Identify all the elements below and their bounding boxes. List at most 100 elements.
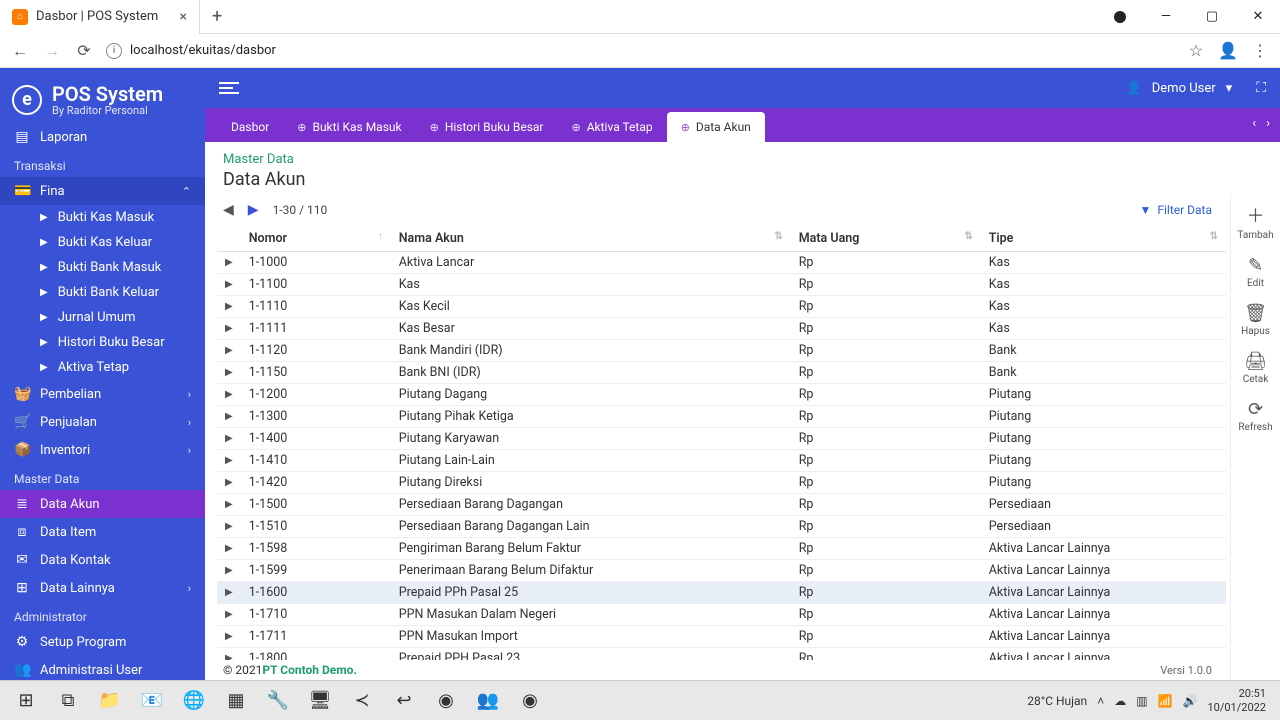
tray-chevron[interactable]: ˄	[1097, 694, 1104, 708]
expand-icon[interactable]: ▶	[217, 428, 241, 450]
expand-icon[interactable]: ▶	[217, 538, 241, 560]
expand-icon[interactable]: ▶	[217, 472, 241, 494]
sidebar-item-inventori[interactable]: 📦Inventori›	[0, 436, 205, 464]
expand-icon[interactable]: ▶	[217, 626, 241, 648]
sidebar-sub-item[interactable]: ▶Bukti Kas Keluar	[0, 230, 205, 255]
delete-button[interactable]: 🗑Hapus	[1241, 303, 1270, 337]
user-name[interactable]: Demo User	[1152, 81, 1216, 96]
menu-icon[interactable]: ⋮	[1250, 41, 1270, 60]
teams-icon[interactable]: 👥	[468, 681, 508, 721]
expand-icon[interactable]: ▶	[217, 296, 241, 318]
sort-icon[interactable]: ⇅	[964, 231, 972, 242]
table-row[interactable]: ▶1-1598Pengiriman Barang Belum FakturRpA…	[217, 538, 1226, 560]
expand-icon[interactable]: ▶	[217, 560, 241, 582]
bookmark-icon[interactable]: ☆	[1186, 41, 1206, 60]
expand-icon[interactable]: ▶	[217, 362, 241, 384]
tab-scroll-left[interactable]: ‹	[1252, 116, 1256, 131]
table-row[interactable]: ▶1-1110Kas KecilRpKas	[217, 296, 1226, 318]
site-info-icon[interactable]: i	[106, 43, 122, 59]
chrome-icon[interactable]: ◉	[510, 681, 550, 721]
app-icon[interactable]: 🖥	[300, 681, 340, 721]
weather-widget[interactable]: 28°C Hujan	[1027, 694, 1087, 708]
sidebar-sub-item[interactable]: ▶Jurnal Umum	[0, 305, 205, 330]
table-row[interactable]: ▶1-1111Kas BesarRpKas	[217, 318, 1226, 340]
column-nama[interactable]: Nama Akun⇅	[391, 226, 791, 252]
filter-data-button[interactable]: ▼Filter Data	[1139, 203, 1212, 217]
system-clock[interactable]: 20:5110/01/2022	[1207, 687, 1266, 713]
chrome-icon[interactable]: ◉	[426, 681, 466, 721]
hamburger-icon[interactable]	[219, 82, 239, 94]
tab-aktiva-tetap[interactable]: ⊕Aktiva Tetap	[558, 112, 667, 142]
expand-icon[interactable]: ▶	[217, 340, 241, 362]
table-row[interactable]: ▶1-1800Prepaid PPH Pasal 23RpAktiva Lanc…	[217, 648, 1226, 661]
expand-icon[interactable]: ▶	[217, 604, 241, 626]
print-button[interactable]: 🖨Cetak	[1243, 351, 1269, 385]
column-tipe[interactable]: Tipe⇅	[981, 226, 1226, 252]
table-row[interactable]: ▶1-1000Aktiva LancarRpKas	[217, 252, 1226, 274]
sidebar-sub-item[interactable]: ▶Bukti Bank Masuk	[0, 255, 205, 280]
expand-icon[interactable]: ▶	[217, 274, 241, 296]
expand-icon[interactable]: ▶	[217, 450, 241, 472]
forward-button[interactable]: →	[42, 41, 62, 61]
app-icon[interactable]: ▦	[216, 681, 256, 721]
table-row[interactable]: ▶1-1300Piutang Pihak KetigaRpPiutang	[217, 406, 1226, 428]
table-row[interactable]: ▶1-1510Persediaan Barang Dagangan LainRp…	[217, 516, 1226, 538]
sound-icon[interactable]: 🔊	[1183, 694, 1198, 708]
sidebar-item-data-akun[interactable]: ≣Data Akun	[0, 490, 205, 518]
sidebar-item-data-lainnya[interactable]: ⊞Data Lainnya›	[0, 574, 205, 602]
page-next[interactable]: ▶	[248, 202, 259, 218]
expand-icon[interactable]: ▶	[217, 384, 241, 406]
start-button[interactable]: ⊞	[6, 681, 46, 721]
sidebar-item-fina[interactable]: 💳 Fina ⌃	[0, 177, 205, 205]
profile-icon[interactable]: 👤	[1218, 41, 1238, 60]
table-row[interactable]: ▶1-1100KasRpKas	[217, 274, 1226, 296]
sidebar-item-data-kontak[interactable]: ✉Data Kontak	[0, 546, 205, 574]
taskview-icon[interactable]: ⧉	[48, 681, 88, 721]
window-minimize[interactable]: —	[1144, 0, 1188, 34]
sidebar-sub-item[interactable]: ▶Bukti Bank Keluar	[0, 280, 205, 305]
table-row[interactable]: ▶1-1599Penerimaan Barang Belum DifakturR…	[217, 560, 1226, 582]
sidebar-item-pembelian[interactable]: 🧺Pembelian›	[0, 380, 205, 408]
table-row[interactable]: ▶1-1200Piutang DagangRpPiutang	[217, 384, 1226, 406]
sort-icon[interactable]: ⇅	[1210, 231, 1218, 242]
page-prev[interactable]: ◀	[223, 202, 234, 218]
expand-icon[interactable]: ▶	[217, 494, 241, 516]
expand-icon[interactable]: ▶	[217, 648, 241, 661]
expand-icon[interactable]: ▶	[217, 318, 241, 340]
close-icon[interactable]: ×	[180, 9, 187, 25]
tab-histori-buku-besar[interactable]: ⊕Histori Buku Besar	[416, 112, 558, 142]
table-row[interactable]: ▶1-1410Piutang Lain-LainRpPiutang	[217, 450, 1226, 472]
fullscreen-icon[interactable]: ⛶	[1256, 80, 1266, 96]
breadcrumb[interactable]: Master Data	[223, 152, 1262, 167]
window-close[interactable]: ✕	[1236, 0, 1280, 34]
app-icon[interactable]: 🔧	[258, 681, 298, 721]
table-row[interactable]: ▶1-1711PPN Masukan ImportRpAktiva Lancar…	[217, 626, 1226, 648]
expand-icon[interactable]: ▶	[217, 252, 241, 274]
back-button[interactable]: ←	[10, 41, 30, 61]
explorer-icon[interactable]: 📁	[90, 681, 130, 721]
window-maximize[interactable]: ▢	[1190, 0, 1234, 34]
tab-scroll-right[interactable]: ›	[1266, 116, 1270, 131]
edit-button[interactable]: ✎Edit	[1247, 255, 1264, 289]
outlook-icon[interactable]: 📧	[132, 681, 172, 721]
vscode-icon[interactable]: ≺	[342, 681, 382, 721]
browser-tab[interactable]: ⌂ Dasbor | POS System ×	[0, 0, 200, 34]
table-row[interactable]: ▶1-1420Piutang DireksiRpPiutang	[217, 472, 1226, 494]
address-bar[interactable]: i localhost/ekuitas/dasbor	[106, 43, 1174, 59]
tab-bukti-kas-masuk[interactable]: ⊕Bukti Kas Masuk	[283, 112, 415, 142]
tab-data-akun[interactable]: ⊕Data Akun	[667, 112, 765, 142]
table-row[interactable]: ▶1-1120Bank Mandiri (IDR)RpBank	[217, 340, 1226, 362]
wifi-icon[interactable]: 📶	[1158, 694, 1173, 708]
tab-dasbor[interactable]: Dasbor	[217, 112, 283, 142]
sort-icon[interactable]: ⇅	[774, 231, 782, 242]
onedrive-icon[interactable]: ☁	[1114, 694, 1126, 708]
expand-icon[interactable]: ▶	[217, 406, 241, 428]
app-icon[interactable]: ↩	[384, 681, 424, 721]
column-nomor[interactable]: Nomor↑	[241, 226, 391, 252]
sort-icon[interactable]: ↑	[378, 231, 383, 242]
sidebar-item-data-item[interactable]: ⧈Data Item	[0, 518, 205, 546]
expand-icon[interactable]: ▶	[217, 516, 241, 538]
reload-button[interactable]: ⟳	[74, 41, 94, 60]
sidebar-item-penjualan[interactable]: 🛒Penjualan›	[0, 408, 205, 436]
table-row[interactable]: ▶1-1500Persediaan Barang DaganganRpPerse…	[217, 494, 1226, 516]
